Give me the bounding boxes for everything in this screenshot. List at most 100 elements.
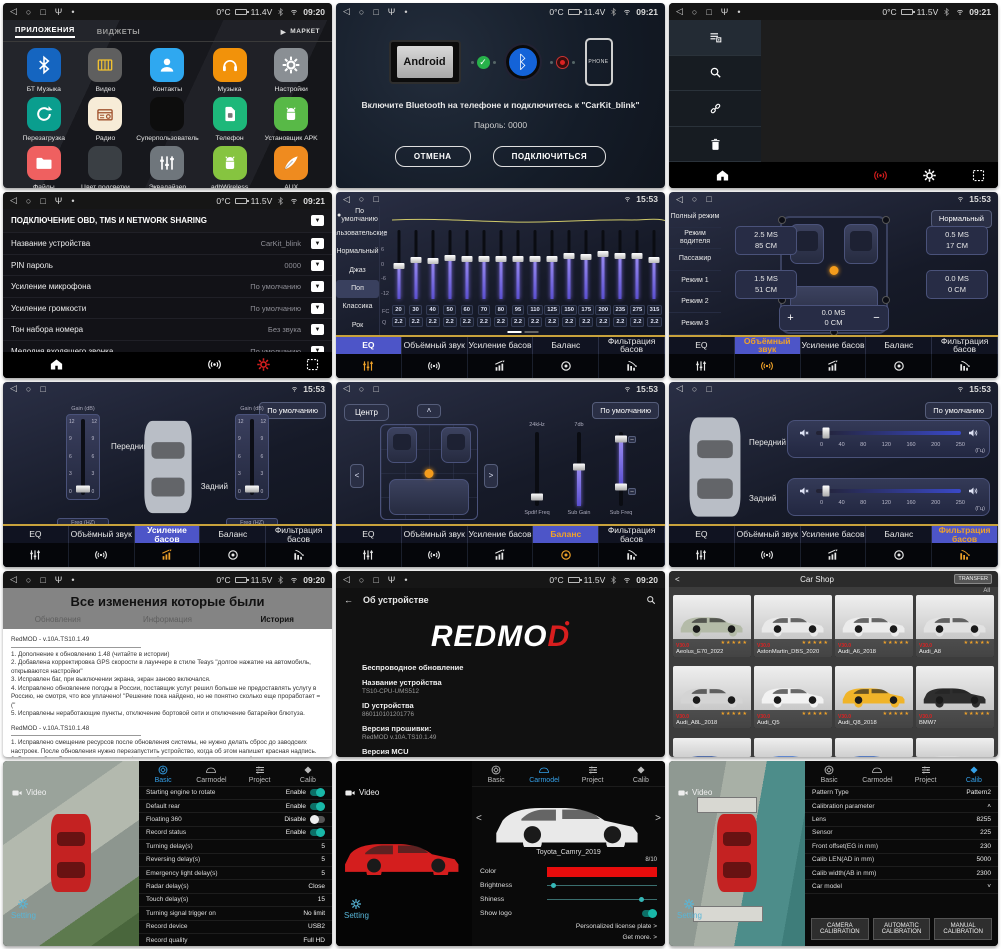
recents-icon[interactable]: □ (40, 575, 45, 585)
delay-front-left[interactable]: 2.5 MS85 CM (735, 226, 797, 254)
surround-icon[interactable] (402, 354, 468, 378)
app-icon[interactable] (150, 97, 184, 131)
settings-row[interactable]: Calib width(AB in mm) 2300 (805, 867, 998, 880)
tab-project[interactable]: Project (902, 764, 950, 784)
balance-icon[interactable] (200, 543, 266, 567)
tab-carmodel[interactable]: Carmodel (187, 764, 235, 784)
license-plate-link[interactable]: Personalized license plate > (576, 922, 657, 932)
app-icon[interactable] (274, 97, 308, 131)
car-card-partial[interactable] (673, 738, 751, 757)
settings-row[interactable]: Усиление громкости По умолчанию ▼ (3, 297, 332, 319)
app-shortcut[interactable]: Музыка (199, 48, 261, 93)
sub-gain-slider[interactable]: 7db Sub Gain (564, 422, 594, 524)
link-button[interactable] (669, 91, 761, 127)
back-icon[interactable]: ◁ (10, 6, 17, 17)
home-circle-icon[interactable]: ○ (26, 7, 31, 17)
preset-normal[interactable]: Нормальный (336, 243, 379, 261)
settings-row[interactable]: Усиление микрофона По умолчанию ▼ (3, 275, 332, 297)
color-swatch[interactable] (547, 867, 657, 877)
app-icon[interactable] (88, 48, 122, 82)
eq-icon[interactable] (669, 543, 735, 567)
settings-row[interactable]: Pattern Type Pattern2 (805, 787, 998, 800)
home-icon[interactable] (49, 357, 64, 372)
app-shortcut[interactable]: Видео (75, 48, 137, 93)
app-icon[interactable] (213, 97, 247, 131)
bass-boost-icon[interactable] (135, 543, 201, 567)
tab-eq[interactable]: EQ (669, 526, 735, 543)
app-icon[interactable] (27, 48, 61, 82)
tab-balance[interactable]: Баланс (533, 526, 599, 543)
car-card[interactable]: ★★★★★ V30.0 Audi_A8 (916, 595, 994, 657)
tab-bass-boost[interactable]: Усиление басов (801, 526, 867, 543)
tab-applications[interactable]: ПРИЛОЖЕНИЯ (15, 25, 75, 38)
settings-row[interactable]: Название устройства CarKit_blink ▼ (3, 232, 332, 254)
setting-label[interactable]: Setting (344, 898, 369, 920)
antenna-icon[interactable] (207, 357, 222, 372)
settings-row[interactable]: Calibration parameter ˄ (805, 800, 998, 813)
app-shortcut[interactable]: AUX (260, 146, 322, 188)
settings-row[interactable]: PIN пароль 0000 ▼ (3, 254, 332, 276)
back-icon[interactable]: ◁ (676, 194, 683, 205)
toggle[interactable] (642, 910, 657, 917)
app-shortcut[interactable]: Суперпользователь (136, 97, 198, 142)
tab-widgets[interactable]: ВИДЖЕТЫ (97, 27, 140, 36)
tab-carmodel[interactable]: Carmodel (520, 764, 568, 784)
app-shortcut[interactable]: adbWireless (199, 146, 261, 188)
home-circle-icon[interactable]: ○ (359, 575, 364, 585)
tab-bass-boost[interactable]: Усиление басов (135, 526, 201, 543)
settings-row[interactable]: Front offset(EG in mm) 230 (805, 840, 998, 853)
tab-bass-filter[interactable]: Фильтрация басов (599, 337, 665, 354)
tab-eq[interactable]: EQ (336, 337, 402, 354)
settings-row[interactable]: Floating 360 Disable (139, 813, 332, 826)
preset-jazz[interactable]: Джаз (336, 261, 379, 279)
app-icon[interactable] (150, 146, 184, 180)
connect-button[interactable]: ПОДКЛЮЧИТЬСЯ (493, 146, 607, 167)
rear-gain-slider[interactable]: Gain (dB) 129630 129630 (230, 406, 274, 514)
balance-icon[interactable] (866, 354, 932, 378)
bass-filter-icon[interactable] (266, 543, 332, 567)
setting-label[interactable]: Setting (677, 898, 702, 920)
arrow-up-button[interactable]: ˄ (417, 404, 441, 418)
dropdown-button[interactable]: ▼ (311, 238, 324, 249)
tab-balance[interactable]: Баланс (200, 526, 266, 543)
settings-row[interactable]: Record device USB2 (139, 921, 332, 934)
settings-row[interactable]: Starting engine to rotate Enable (139, 787, 332, 800)
toggle[interactable] (310, 816, 325, 823)
bass-filter-icon[interactable] (599, 543, 665, 567)
eq-band-slider[interactable] (441, 230, 458, 298)
app-shortcut[interactable]: Эквалайзер (136, 146, 198, 188)
delay-rear-right[interactable]: 0.0 MS0 CM (926, 270, 988, 298)
car-card[interactable]: ★★★★★ V30.0 Audi_A6_2018 (835, 595, 913, 657)
tab-basic[interactable]: Basic (472, 764, 520, 784)
settings-row[interactable]: Record status Enable (139, 827, 332, 840)
back-icon[interactable]: ◁ (676, 6, 683, 17)
tab-surround[interactable]: Объёмный звук (402, 337, 468, 354)
app-icon[interactable] (150, 48, 184, 82)
recents-icon[interactable]: □ (373, 384, 378, 394)
dropdown-button[interactable]: ▼ (311, 303, 324, 314)
eq-band-slider[interactable] (475, 230, 492, 298)
range-bottom-box[interactable]: – (628, 488, 636, 495)
back-icon[interactable]: ◁ (343, 574, 350, 585)
tab-bass-boost[interactable]: Усиление басов (468, 337, 534, 354)
app-icon[interactable] (88, 97, 122, 131)
balance-icon[interactable] (533, 354, 599, 378)
settings-row[interactable]: Тон набора номера Без звука ▼ (3, 318, 332, 340)
preset-rock[interactable]: Рок (336, 316, 379, 334)
recents-icon[interactable]: □ (706, 194, 711, 204)
tab-project[interactable]: Project (569, 764, 617, 784)
back-icon[interactable]: ◁ (10, 383, 17, 394)
eq-icon[interactable] (336, 354, 402, 378)
filter-all[interactable]: All (669, 587, 998, 595)
tab-bass-filter[interactable]: Фильтрация басов (932, 526, 998, 543)
toggle[interactable] (310, 803, 325, 810)
car-card[interactable]: ★★★★★ V30.0 AstonMartin_DBS_2020 (754, 595, 832, 657)
about-field[interactable]: ID устройства860110101201776 (336, 698, 665, 721)
settings-row[interactable]: Turning signal trigger on No limit (139, 907, 332, 920)
about-field[interactable]: Беспроводное обновление (336, 660, 665, 675)
tab-eq[interactable]: EQ (3, 526, 69, 543)
app-shortcut[interactable]: Настройки (260, 48, 322, 93)
tab-calib[interactable]: Calib (950, 764, 998, 784)
tab-surround[interactable]: Объёмный звук (735, 337, 801, 354)
mode-item[interactable]: Пассажир (669, 249, 721, 270)
